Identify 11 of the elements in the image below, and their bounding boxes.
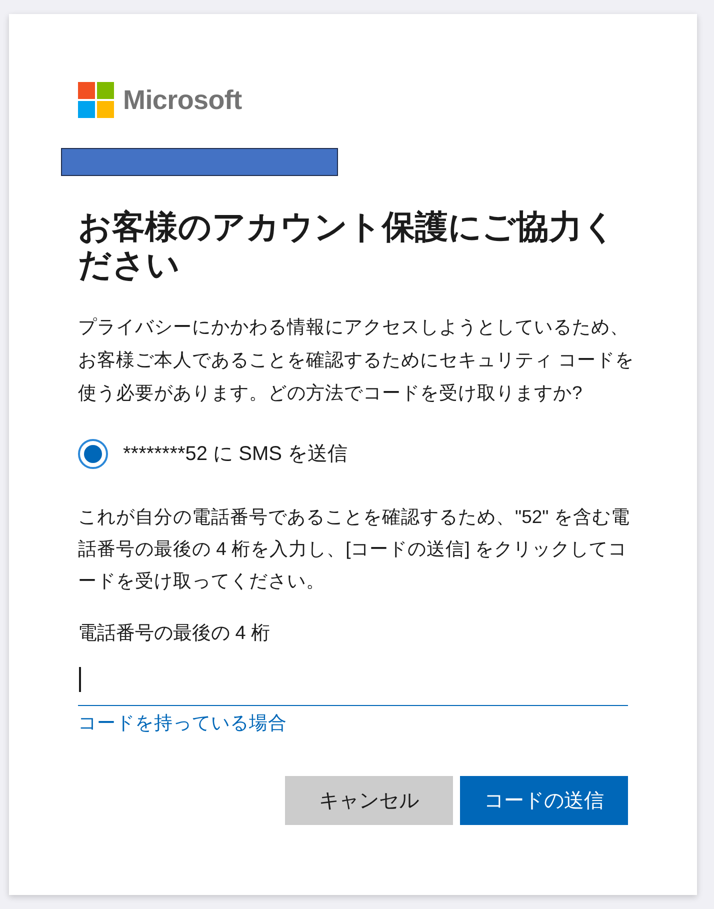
dialog-title: お客様のアカウント保護にご協力ください <box>78 208 617 284</box>
instructions-text: これが自分の電話番号であることを確認するため、"52" を含む電話番号の最後の 4 桁を入力し、[コードの送信] をクリックしてコードを受け取ってください。 <box>78 505 631 593</box>
cancel-button[interactable]: キャンセル <box>285 776 453 825</box>
description-text: プライバシーにかかわる情報にアクセスしようとしているため、お客様ご本人であることを確認するためにセキュリティ コードを使う必要があります。どの方法でコードを受け取りますか? <box>78 315 636 405</box>
four-squares-logo-icon <box>78 82 114 118</box>
radio-button[interactable] <box>78 439 108 469</box>
logo-text: Microsoft <box>123 84 242 117</box>
have-code-link[interactable]: コードを持っている場合 <box>78 710 287 736</box>
field-label: 電話番号の最後の 4 桁 <box>78 622 270 646</box>
send-code-button[interactable]: コードの送信 <box>460 776 628 825</box>
radio-label[interactable]: ********52 に SMS を送信 <box>123 438 348 470</box>
